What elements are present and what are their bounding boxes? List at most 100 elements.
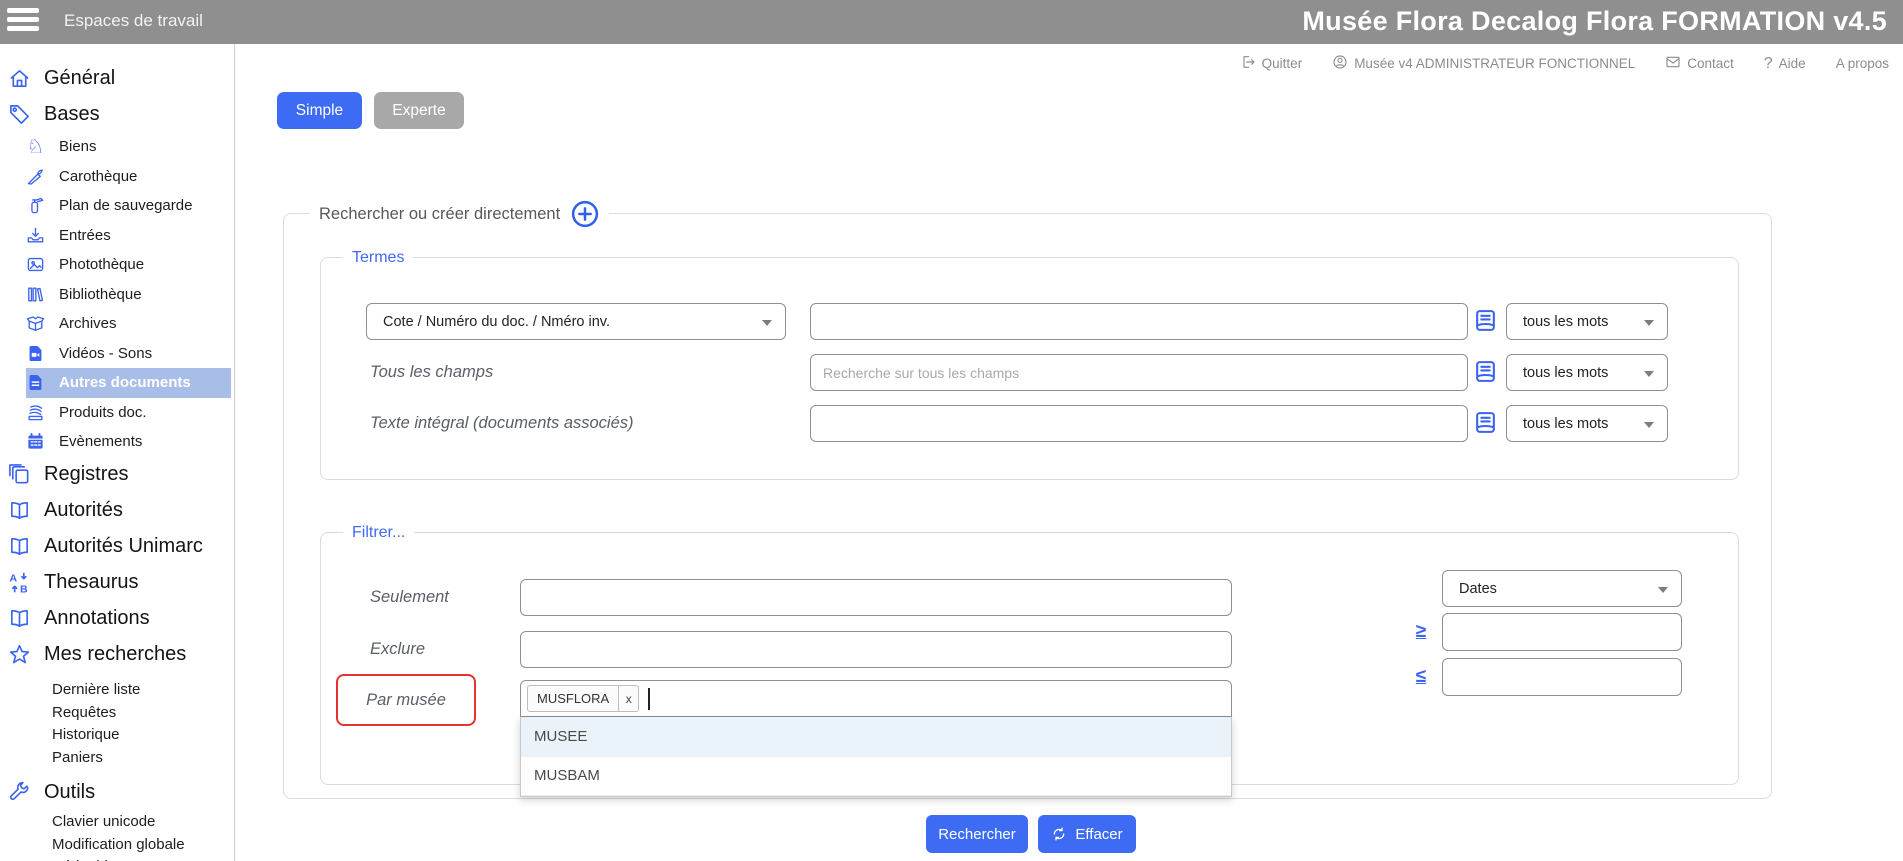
chevron-down-icon: [1644, 371, 1654, 382]
contact-label: Contact: [1687, 56, 1734, 71]
rechercher-button[interactable]: Rechercher: [926, 815, 1028, 853]
filtrer-section: Filtrer... Seulement Exclure Par musée M…: [320, 532, 1739, 785]
sidebar-item-bases[interactable]: Bases: [0, 96, 234, 132]
apropos-link[interactable]: A propos: [1836, 56, 1889, 71]
user-icon: [1332, 54, 1348, 73]
match-mode-select[interactable]: tous les mots: [1506, 303, 1668, 340]
sidebar-item-derniere-liste[interactable]: Dernière liste: [0, 679, 234, 702]
workspace-label[interactable]: Espaces de travail: [64, 0, 203, 42]
less-equal-symbol: ≤: [1404, 666, 1438, 688]
app-title: Musée Flora Decalog Flora FORMATION v4.5: [1302, 0, 1887, 42]
sidebar-item-bibliotheque[interactable]: Bibliothèque: [0, 280, 234, 310]
sidebar-item-modification-globale[interactable]: Modification globale: [0, 833, 234, 856]
search-panel-legend-label: Rechercher ou créer directement: [319, 205, 560, 224]
sidebar-item-outils[interactable]: Outils: [0, 775, 234, 811]
effacer-label: Effacer: [1075, 826, 1122, 843]
chevron-down-icon: [1644, 422, 1654, 433]
exclure-input[interactable]: [520, 631, 1232, 668]
termes-legend: Termes: [343, 248, 413, 268]
sidebar-item-videos-sons[interactable]: Vidéos - Sons: [0, 339, 234, 369]
open-book-icon: [8, 499, 31, 522]
user-account[interactable]: Musée v4 ADMINISTRATEUR FONCTIONNEL: [1332, 54, 1635, 73]
sidebar-item-autres-documents[interactable]: Autres documents: [26, 368, 231, 398]
texte-integral-input[interactable]: [810, 405, 1468, 442]
aide-link[interactable]: ? Aide: [1764, 55, 1806, 73]
inbox-download-icon: [26, 226, 45, 245]
greater-equal-symbol: ≥: [1404, 621, 1438, 643]
match-mode-select[interactable]: tous les mots: [1506, 405, 1668, 442]
musee-chip-label: MUSFLORA: [528, 686, 618, 711]
user-label: Musée v4 ADMINISTRATEUR FONCTIONNEL: [1354, 56, 1635, 71]
star-icon: [8, 643, 31, 666]
dropdown-option-musbam[interactable]: MUSBAM: [521, 757, 1231, 797]
field-select[interactable]: Cote / Numéro du doc. / Nméro inv.: [366, 303, 786, 340]
chess-knight-icon: ♘: [26, 137, 45, 156]
quitter-link[interactable]: Quitter: [1240, 54, 1303, 73]
sidebar-item-autorites-unimarc[interactable]: Autorités Unimarc: [0, 529, 234, 565]
dates-select[interactable]: Dates: [1442, 570, 1682, 607]
sidebar-item-annotations[interactable]: Annotations: [0, 601, 234, 637]
tous-les-champs-input[interactable]: [810, 354, 1468, 391]
document-icon: [26, 373, 45, 392]
index-book-icon[interactable]: [1473, 359, 1498, 384]
open-box-icon: [26, 314, 45, 333]
tab-experte[interactable]: Experte: [374, 92, 464, 129]
tag-icon: [8, 103, 31, 126]
chevron-down-icon: [1644, 320, 1654, 331]
sidebar-item-general[interactable]: Général: [0, 60, 234, 96]
sidebar-item-clavier-unicode[interactable]: Clavier unicode: [0, 811, 234, 834]
question-mark-icon: ?: [1764, 55, 1773, 73]
par-musee-dropdown: MUSEE MUSBAM: [520, 717, 1232, 797]
tab-simple[interactable]: Simple: [277, 92, 362, 129]
sidebar-item-archives[interactable]: Archives: [0, 309, 234, 339]
sidebar-item-thesaurus[interactable]: AB Thesaurus: [0, 565, 234, 601]
date-to-input[interactable]: [1442, 658, 1682, 696]
open-book-icon: [8, 607, 31, 630]
topbar: Espaces de travail Musée Flora Decalog F…: [0, 0, 1903, 44]
sidebar-item-plan-de-sauvegarde[interactable]: Plan de sauvegarde: [0, 191, 234, 221]
sidebar-item-produits-doc[interactable]: Produits doc.: [0, 398, 234, 428]
books-icon: [26, 285, 45, 304]
sidebar-item-historique[interactable]: Historique: [0, 724, 234, 747]
sidebar-item-biens[interactable]: ♘ Biens: [0, 132, 234, 162]
carrot-icon: [26, 167, 45, 186]
seulement-input[interactable]: [520, 579, 1232, 616]
svg-text:B: B: [20, 584, 28, 594]
sidebar-item-evenements[interactable]: Evènements: [0, 427, 234, 457]
text-cursor: [648, 688, 650, 710]
cote-input[interactable]: [810, 303, 1468, 340]
aide-label: Aide: [1779, 56, 1806, 71]
par-musee-tag-input[interactable]: MUSFLORA x: [520, 680, 1232, 717]
hamburger-menu-icon[interactable]: [7, 8, 41, 36]
chip-remove-icon[interactable]: x: [618, 686, 638, 711]
par-musee-highlight-annotation: Par musée: [336, 674, 476, 726]
calendar-icon: [26, 432, 45, 451]
match-mode-select[interactable]: tous les mots: [1506, 354, 1668, 391]
sidebar-item-mes-recherches[interactable]: Mes recherches: [0, 637, 234, 673]
svg-text:A: A: [9, 573, 17, 585]
seulement-label: Seulement: [370, 579, 449, 616]
effacer-button[interactable]: Effacer: [1038, 815, 1136, 853]
plus-circle-icon[interactable]: [570, 199, 600, 229]
index-book-icon[interactable]: [1473, 410, 1498, 435]
chevron-down-icon: [1658, 587, 1668, 598]
quitter-label: Quitter: [1262, 56, 1303, 71]
sidebar: Général Bases ♘ Biens Carothèque Plan de…: [0, 44, 235, 861]
contact-link[interactable]: Contact: [1665, 54, 1734, 73]
date-from-input[interactable]: [1442, 613, 1682, 651]
sidebar-item-carotheque[interactable]: Carothèque: [0, 162, 234, 192]
dropdown-option-musee[interactable]: MUSEE: [521, 717, 1231, 757]
sidebar-item-dedoublonnage[interactable]: Dédoublonnage: [0, 856, 234, 861]
search-panel-legend: Rechercher ou créer directement: [310, 199, 609, 229]
wrench-icon: [8, 781, 31, 804]
exclure-label: Exclure: [370, 631, 425, 668]
sidebar-item-registres[interactable]: Registres: [0, 457, 234, 493]
index-book-icon[interactable]: [1473, 308, 1498, 333]
sidebar-item-paniers[interactable]: Paniers: [0, 746, 234, 769]
paper-stack-icon: [26, 403, 45, 422]
sidebar-item-requetes[interactable]: Requêtes: [0, 701, 234, 724]
sidebar-item-entrees[interactable]: Entrées: [0, 221, 234, 251]
sidebar-item-phototheque[interactable]: Photothèque: [0, 250, 234, 280]
tous-les-champs-label: Tous les champs: [370, 354, 493, 391]
sidebar-item-autorites[interactable]: Autorités: [0, 493, 234, 529]
